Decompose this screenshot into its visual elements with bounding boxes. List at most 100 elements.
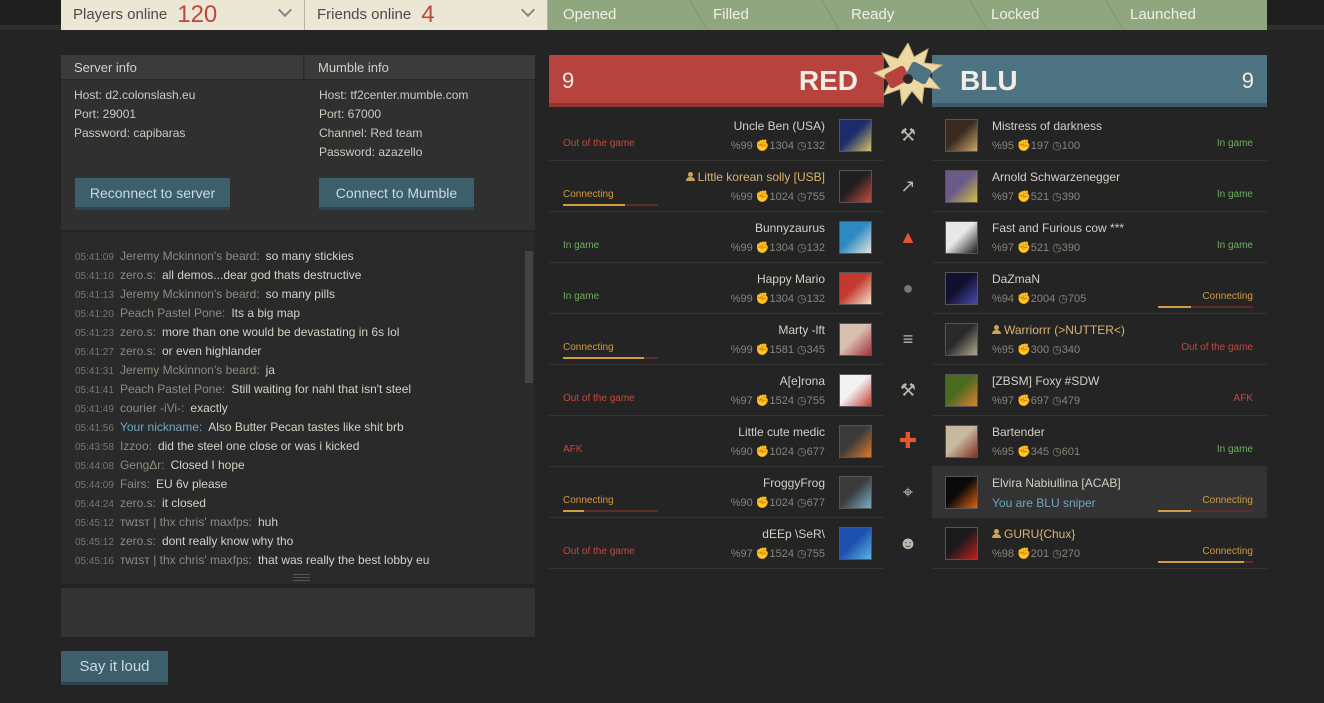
blu-player-row[interactable]: Elvira Nabiullina [ACAB] You are BLU snip… xyxy=(932,467,1267,518)
red-player-row[interactable]: FroggyFrog Connecting %90 ✊1024 ◷677 xyxy=(549,467,884,518)
player-avatar[interactable] xyxy=(945,323,978,356)
red-player-row[interactable]: Little cute medic AFK %90 ✊1024 ◷677 xyxy=(549,416,884,467)
player-name[interactable]: Bartender xyxy=(992,425,1045,439)
chat-scroll-handle[interactable] xyxy=(525,251,533,383)
chat-nickname[interactable]: GengΔr: xyxy=(120,458,165,472)
leader-icon xyxy=(992,529,1001,538)
chat-nickname[interactable]: courier -iVi-: xyxy=(120,401,184,415)
friends-online-dropdown[interactable]: Friends online 4 xyxy=(305,0,548,30)
blu-player-row[interactable]: Fast and Furious cow *** %97 ✊521 ◷390 In … xyxy=(932,212,1267,263)
chat-nickname[interactable]: Peach Pastel Pone: xyxy=(120,382,225,396)
player-avatar[interactable] xyxy=(945,374,978,407)
red-player-row[interactable]: Little korean solly [USB] Connecting %99 ✊… xyxy=(549,161,884,212)
chat-nickname[interactable]: Jeremy Mckinnon's beard: xyxy=(120,249,260,263)
blu-player-row[interactable]: GURU{Chux} %98 ✊201 ◷270 Connecting xyxy=(932,518,1267,569)
stage-filled: Filled xyxy=(713,6,749,23)
blu-player-row[interactable]: Mistress of darkness %95 ✊197 ◷100 In game xyxy=(932,110,1267,161)
red-player-row[interactable]: dEEp \SeR\ Out of the game %97 ✊1524 ◷755 xyxy=(549,518,884,569)
red-team-header: 9 RED xyxy=(549,55,884,107)
player-avatar[interactable] xyxy=(945,221,978,254)
chat-nickname[interactable]: Jeremy Mckinnon's beard: xyxy=(120,287,260,301)
chat-input[interactable] xyxy=(61,588,535,637)
chat-message-text: EU 6v please xyxy=(155,477,228,491)
player-avatar[interactable] xyxy=(839,272,872,305)
player-avatar[interactable] xyxy=(945,425,978,458)
say-it-loud-button[interactable]: Say it loud xyxy=(61,651,168,685)
chat-nickname[interactable]: zero.s: xyxy=(120,496,156,510)
chat-scrollbar[interactable] xyxy=(525,251,533,383)
player-avatar[interactable] xyxy=(839,323,872,356)
player-stats: %97 ✊697 ◷479 xyxy=(992,395,1081,407)
player-name[interactable]: Happy Mario xyxy=(757,272,825,286)
red-player-row[interactable]: Marty -lft Connecting %99 ✊1581 ◷345 xyxy=(549,314,884,365)
player-name[interactable]: dEEp \SeR\ xyxy=(762,527,825,541)
player-name[interactable]: GURU{Chux} xyxy=(992,527,1075,541)
player-avatar[interactable] xyxy=(839,476,872,509)
blu-player-row[interactable]: DaZmaN %94 ✊2004 ◷705 Connecting xyxy=(932,263,1267,314)
player-name[interactable]: DaZmaN xyxy=(992,272,1040,286)
player-name[interactable]: Arnold Schwarzenegger xyxy=(992,170,1120,184)
player-avatar[interactable] xyxy=(945,119,978,152)
player-status: In game xyxy=(1216,189,1253,200)
chat-message-text: Closed I hope xyxy=(170,458,245,472)
chat-message-text: exactly xyxy=(190,401,228,415)
players-online-dropdown[interactable]: Players online 120 xyxy=(61,0,305,30)
chat-nickname[interactable]: Fairs: xyxy=(120,477,150,491)
chat-nickname[interactable]: Your nickname: xyxy=(120,420,202,434)
player-name[interactable]: Elvira Nabiullina [ACAB] xyxy=(992,476,1121,490)
chat-nickname[interactable]: Peach Pastel Pone: xyxy=(120,306,225,320)
player-name[interactable]: Mistress of darkness xyxy=(992,119,1102,133)
player-avatar[interactable] xyxy=(839,221,872,254)
players-online-count: 120 xyxy=(177,1,218,28)
chat-timestamp: 05:43:58 xyxy=(75,442,114,453)
reconnect-server-button[interactable]: Reconnect to server xyxy=(75,178,230,210)
player-avatar[interactable] xyxy=(839,119,872,152)
chat-nickname[interactable]: Jeremy Mckinnon's beard: xyxy=(120,363,260,377)
player-stats: %98 ✊201 ◷270 xyxy=(992,548,1081,560)
mumble-info-header: Mumble info xyxy=(305,55,535,80)
connect-mumble-button[interactable]: Connect to Mumble xyxy=(319,178,474,210)
player-name[interactable]: Marty -lft xyxy=(778,323,825,337)
player-name[interactable]: A[e]rona xyxy=(780,374,825,388)
player-avatar[interactable] xyxy=(945,170,978,203)
blu-player-row[interactable]: Arnold Schwarzenegger %97 ✊521 ◷390 In gam… xyxy=(932,161,1267,212)
chat-nickname[interactable]: Izzoo: xyxy=(120,439,152,453)
player-name-text: [ZBSM] Foxy #SDW xyxy=(992,374,1100,388)
chat-nickname[interactable]: zero.s: xyxy=(120,325,156,339)
player-avatar[interactable] xyxy=(945,476,978,509)
player-name[interactable]: Little cute medic xyxy=(738,425,825,439)
player-name[interactable]: Bunnyzaurus xyxy=(755,221,825,235)
player-stats: %95 ✊345 ◷601 xyxy=(992,446,1081,458)
red-player-row[interactable]: Happy Mario In game %99 ✊1304 ◷132 xyxy=(549,263,884,314)
player-avatar[interactable] xyxy=(839,527,872,560)
red-player-row[interactable]: A[e]rona Out of the game %97 ✊1524 ◷755 xyxy=(549,365,884,416)
red-player-row[interactable]: Bunnyzaurus In game %99 ✊1304 ◷132 xyxy=(549,212,884,263)
player-avatar[interactable] xyxy=(839,374,872,407)
chat-nickname[interactable]: zero.s: xyxy=(120,534,156,548)
chat-nickname[interactable]: ᴛᴡɪsᴛ | thx chris' maxfps: xyxy=(120,553,252,567)
chat-nickname[interactable]: zero.s: xyxy=(120,344,156,358)
chat-message-text: Also Butter Pecan tastes like shit brb xyxy=(208,420,404,434)
player-avatar[interactable] xyxy=(945,272,978,305)
player-name[interactable]: FroggyFrog xyxy=(763,476,825,490)
blu-player-row[interactable]: Bartender %95 ✊345 ◷601 In game xyxy=(932,416,1267,467)
chat-timestamp: 05:41:56 xyxy=(75,423,114,434)
player-avatar[interactable] xyxy=(839,170,872,203)
player-avatar[interactable] xyxy=(839,425,872,458)
player-name[interactable]: Uncle Ben (USA) xyxy=(734,119,825,133)
blu-player-row[interactable]: Warriorrr (>NUTTER<) %95 ✊300 ◷340 Out of … xyxy=(932,314,1267,365)
player-name[interactable]: [ZBSM] Foxy #SDW xyxy=(992,374,1099,388)
blu-player-row[interactable]: [ZBSM] Foxy #SDW %97 ✊697 ◷479 AFK xyxy=(932,365,1267,416)
red-player-row[interactable]: Uncle Ben (USA) Out of the game %99 ✊1304 … xyxy=(549,110,884,161)
leader-icon xyxy=(685,172,695,181)
connect-progress-bar xyxy=(1158,510,1253,512)
player-name[interactable]: Fast and Furious cow *** xyxy=(992,221,1124,235)
player-name[interactable]: Warriorrr (>NUTTER<) xyxy=(992,323,1125,337)
chat-nickname[interactable]: zero.s: xyxy=(120,268,156,282)
chat-message: 05:44:09 Fairs: EU 6v please xyxy=(75,477,227,491)
stage-launched: Launched xyxy=(1130,6,1196,23)
player-name[interactable]: Little korean solly [USB] xyxy=(685,170,825,184)
player-avatar[interactable] xyxy=(945,527,978,560)
chat-nickname[interactable]: ᴛᴡɪsᴛ | thx chris' maxfps: xyxy=(120,515,252,529)
flame-icon: ▲ xyxy=(899,227,917,247)
